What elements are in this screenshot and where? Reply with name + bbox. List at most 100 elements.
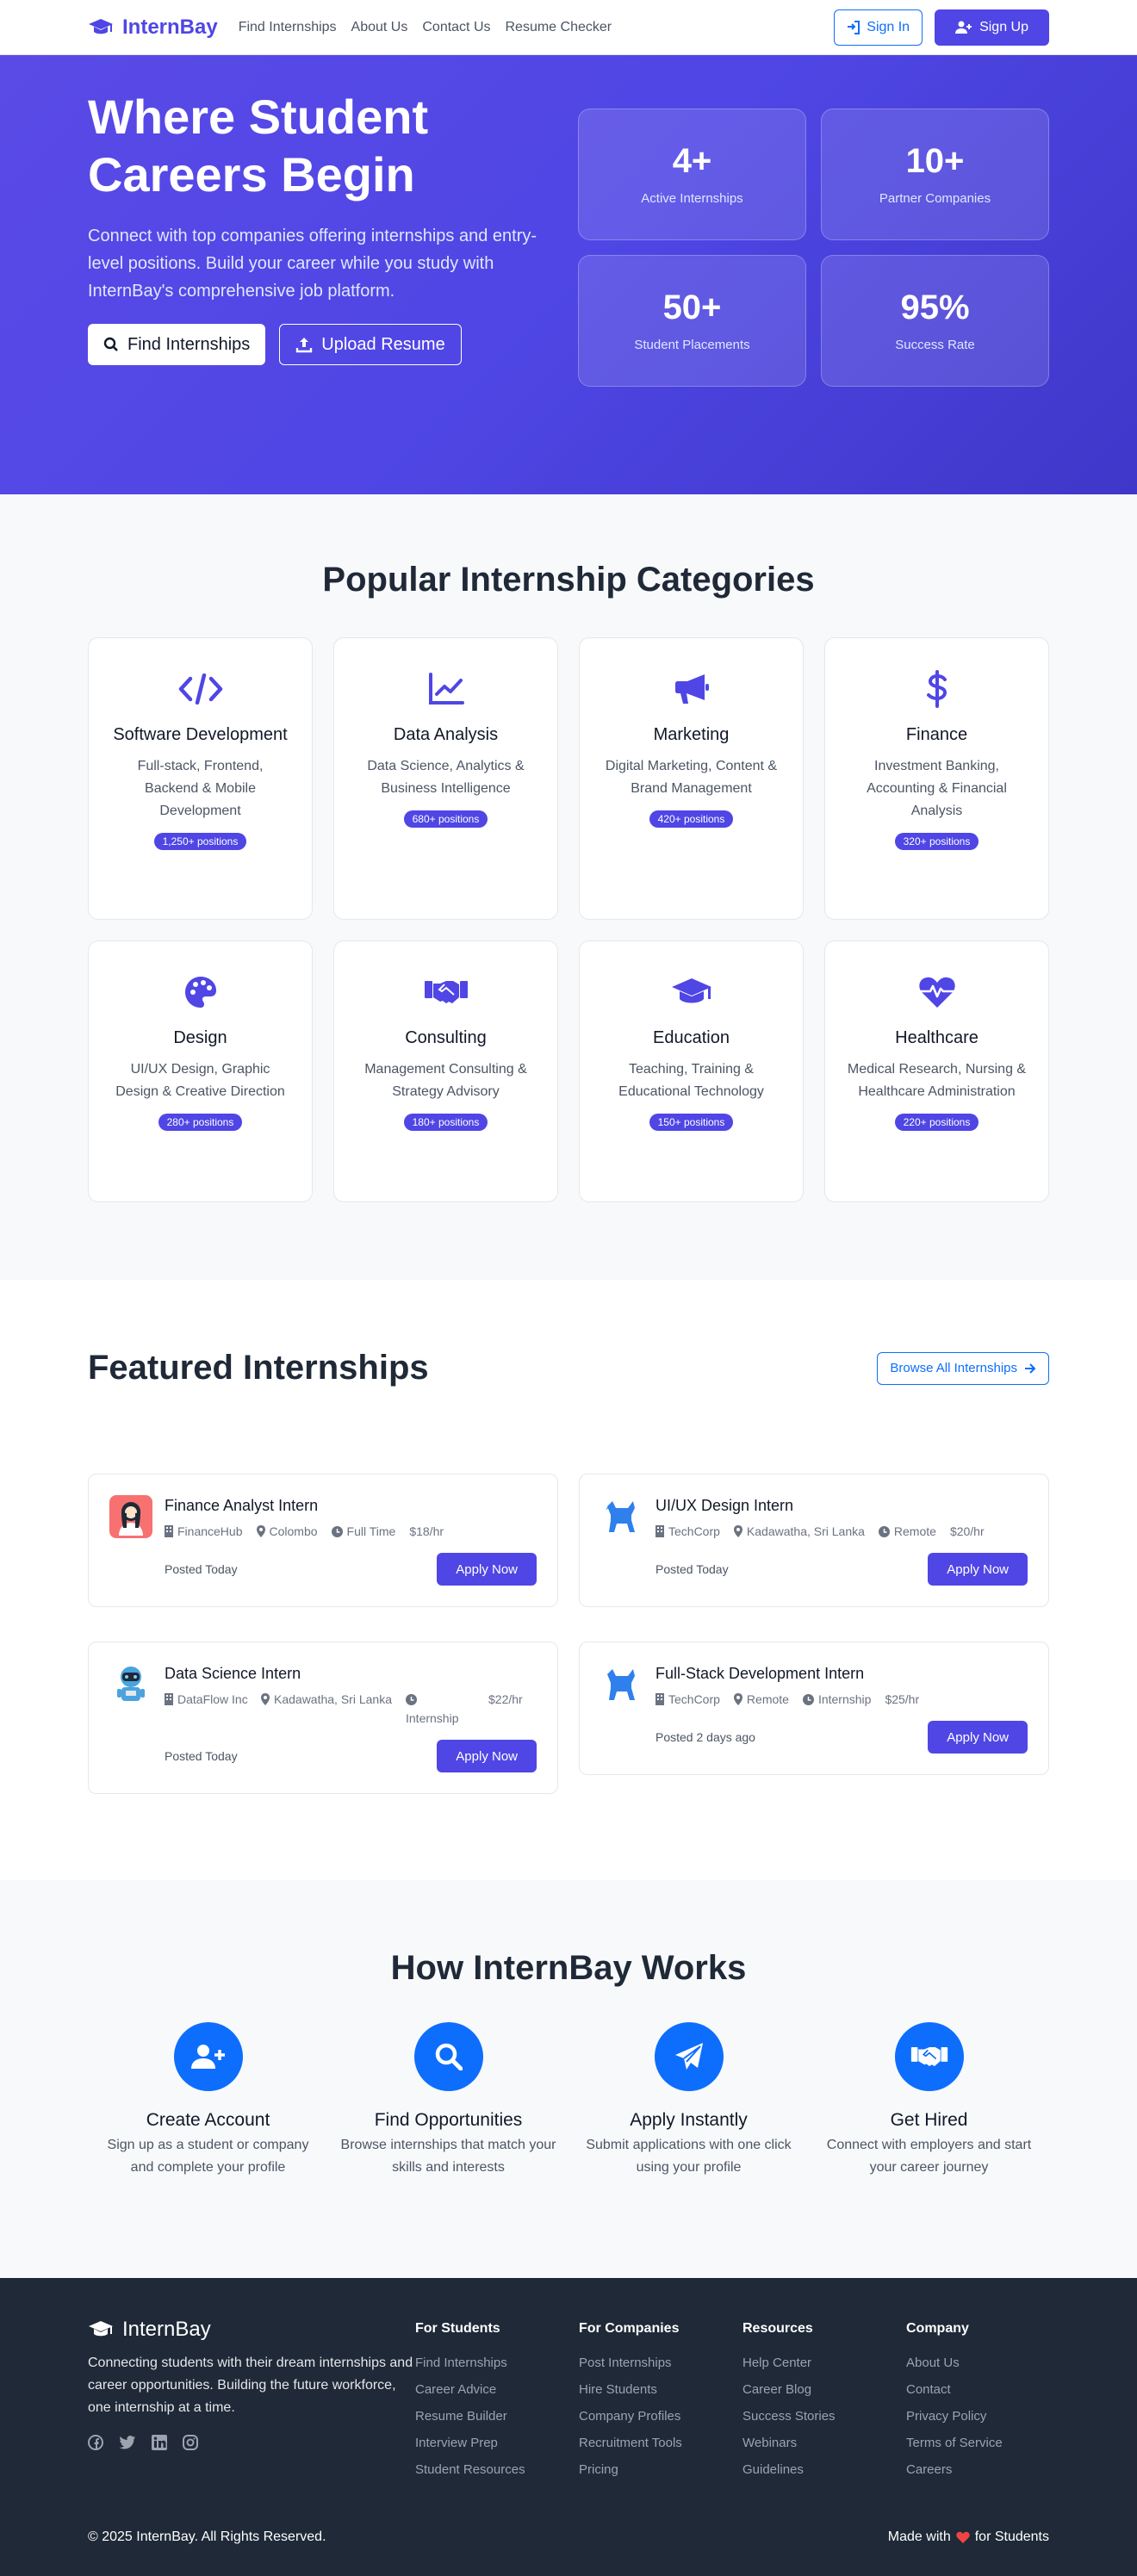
footer-column-for-students: For Students Find Internships Career Adv… [415,2318,579,2483]
footer-link[interactable]: Guidelines [742,2456,906,2483]
category-desc: UI/UX Design, Graphic Design & Creative … [115,1062,285,1099]
stat-label: Student Placements [634,338,750,352]
apply-now-button[interactable]: Apply Now [437,1553,537,1586]
sign-in-button[interactable]: Sign In [834,9,923,46]
footer-link[interactable]: Help Center [742,2349,906,2376]
job-company: TechCorp [655,1690,720,1709]
job-title[interactable]: Finance Analyst Intern [165,1497,444,1515]
category-card-software-development[interactable]: Software Development Full-stack, Fronten… [88,637,313,920]
job-type: Remote [878,1522,936,1541]
nav-link-contact-us[interactable]: Contact Us [422,20,490,35]
footer-link[interactable]: Student Resources [415,2456,579,2483]
sign-in-label: Sign In [867,20,910,34]
hero-title-line1: Where Student [88,90,429,144]
job-pay: $22/hr [488,1692,523,1706]
instagram-icon[interactable] [183,2435,198,2450]
footer-link[interactable]: Company Profiles [579,2403,742,2430]
featured-section: Featured Internships Browse All Internsh… [0,1280,1137,1880]
category-name: Consulting [405,1028,487,1047]
linkedin-icon[interactable] [152,2435,167,2450]
footer-link[interactable]: Career Advice [415,2376,579,2403]
stat-card: 4+ Active Internships [578,109,806,240]
footer-link[interactable]: Terms of Service [906,2430,1049,2456]
category-card-marketing[interactable]: Marketing Digital Marketing, Content & B… [579,637,804,920]
category-desc: Digital Marketing, Content & Brand Manag… [605,759,778,796]
footer-link[interactable]: Interview Prep [415,2430,579,2456]
step-desc: Sign up as a student or company and comp… [107,2138,309,2175]
step-title: Create Account [146,2110,270,2130]
footer-link[interactable]: Webinars [742,2430,906,2456]
category-name: Data Analysis [393,725,499,744]
footer-link[interactable]: About Us [906,2349,1049,2376]
footer-link[interactable]: Hire Students [579,2376,742,2403]
stat-label: Success Rate [895,338,975,352]
category-card-data-analysis[interactable]: Data Analysis Data Science, Analytics & … [333,637,558,920]
category-card-design[interactable]: Design UI/UX Design, Graphic Design & Cr… [88,940,313,1202]
category-desc: Medical Research, Nursing & Healthcare A… [847,1062,1027,1099]
how-it-works-section: How InternBay Works Create Account Sign … [0,1880,1137,2278]
job-card[interactable]: UI/UX Design Intern TechCorp Kadawatha, … [579,1474,1049,1607]
footer-link[interactable]: Resume Builder [415,2403,579,2430]
apply-now-button[interactable]: Apply Now [928,1553,1028,1586]
footer-link[interactable]: Success Stories [742,2403,906,2430]
footer-link[interactable]: Pricing [579,2456,742,2483]
code-icon [109,671,291,707]
map-pin-icon [261,1693,270,1705]
job-card[interactable]: Data Science Intern DataFlow Inc Kadawat… [88,1642,558,1794]
nav-links: Find Internships About Us Contact Us Res… [239,20,612,35]
category-count-badge: 220+ positions [894,1114,979,1131]
nav-link-resume-checker[interactable]: Resume Checker [506,20,612,35]
copyright: © 2025 InternBay. All Rights Reserved. [88,2529,326,2544]
footer-link[interactable]: Find Internships [415,2349,579,2376]
job-card[interactable]: Finance Analyst Intern FinanceHub Colomb… [88,1474,558,1607]
job-card[interactable]: Full-Stack Development Intern TechCorp R… [579,1642,1049,1775]
job-type: Internship [802,1690,871,1709]
upload-resume-button[interactable]: Upload Resume [279,324,462,365]
category-card-consulting[interactable]: Consulting Management Consulting & Strat… [333,940,558,1202]
category-count-badge: 1,250+ positions [153,833,247,850]
paper-plane-icon [654,2022,724,2091]
featured-title: Featured Internships [88,1349,429,1387]
graduation-cap-icon [600,974,782,1010]
apply-now-button[interactable]: Apply Now [928,1721,1028,1754]
stat-card: 50+ Student Placements [578,255,806,387]
made-with-label: Made with [887,2529,951,2544]
graduation-cap-icon [88,2319,114,2340]
footer-link[interactable]: Privacy Policy [906,2403,1049,2430]
find-internships-button[interactable]: Find Internships [88,324,266,365]
arrow-right-icon [1024,1362,1036,1375]
building-icon [655,1525,664,1537]
job-title[interactable]: UI/UX Design Intern [655,1497,985,1515]
footer-link[interactable]: Careers [906,2456,1049,2483]
job-title[interactable]: Data Science Intern [165,1665,540,1683]
footer-brand[interactable]: InternBay [88,2318,415,2342]
job-title[interactable]: Full-Stack Development Intern [655,1665,919,1683]
company-logo [600,1663,643,1706]
user-plus-icon [955,21,972,34]
nav-link-about-us[interactable]: About Us [351,20,408,35]
footer-link[interactable]: Recruitment Tools [579,2430,742,2456]
footer-link[interactable]: Post Internships [579,2349,742,2376]
category-count-badge: 150+ positions [649,1114,734,1131]
clock-icon [802,1694,814,1705]
category-desc: Data Science, Analytics & Business Intel… [367,759,525,796]
footer-column-title: For Companies [579,2321,680,2336]
job-type: Internship [406,1690,488,1728]
category-card-finance[interactable]: Finance Investment Banking, Accounting &… [824,637,1049,920]
footer-link[interactable]: Contact [906,2376,1049,2403]
facebook-icon[interactable] [88,2435,103,2450]
category-count-badge: 680+ positions [403,810,488,828]
nav-link-find-internships[interactable]: Find Internships [239,20,337,35]
clock-icon [406,1694,417,1705]
category-card-healthcare[interactable]: Healthcare Medical Research, Nursing & H… [824,940,1049,1202]
browse-all-button[interactable]: Browse All Internships [877,1351,1049,1385]
apply-now-button[interactable]: Apply Now [437,1740,537,1772]
footer-link[interactable]: Career Blog [742,2376,906,2403]
twitter-icon[interactable] [119,2435,136,2450]
find-internships-label: Find Internships [127,334,251,354]
sign-up-button[interactable]: Sign Up [935,9,1049,46]
brand-logo[interactable]: InternBay [88,16,218,40]
category-card-education[interactable]: Education Teaching, Training & Education… [579,940,804,1202]
upload-icon [295,336,313,353]
job-company: TechCorp [655,1522,720,1541]
